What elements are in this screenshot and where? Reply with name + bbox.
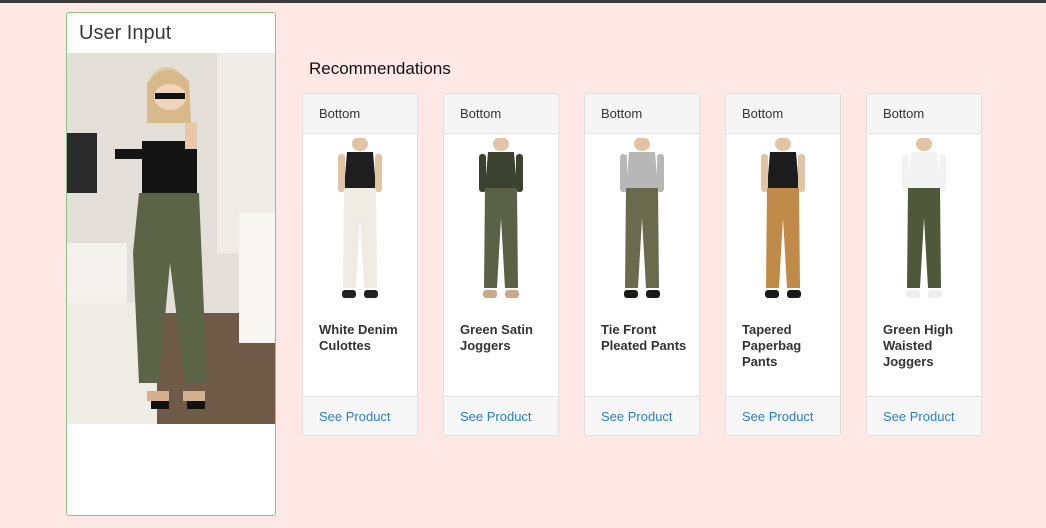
product-name: Tapered Paperbag Pants <box>742 322 802 369</box>
product-card: Bottom Green High Waisted Joggers See Pr… <box>866 93 982 436</box>
product-image[interactable] <box>744 137 822 308</box>
see-product-link[interactable]: See Product <box>319 409 391 424</box>
product-card: Bottom Tapered Paperbag Pants See Produc… <box>725 93 841 436</box>
top-border <box>0 0 1046 3</box>
card-category: Bottom <box>883 106 925 121</box>
card-category: Bottom <box>319 106 361 121</box>
see-product-link[interactable]: See Product <box>883 409 955 424</box>
product-card: Bottom Tie Front Pleated Pants See Produ… <box>584 93 700 436</box>
card-header: Bottom <box>444 94 558 134</box>
card-footer: See Product <box>585 396 699 435</box>
user-input-photo <box>67 53 275 424</box>
product-card: Bottom White Denim Culottes See Product <box>302 93 418 436</box>
user-input-panel: User Input <box>66 12 276 516</box>
product-image[interactable] <box>885 137 963 308</box>
card-category: Bottom <box>742 106 784 121</box>
card-category: Bottom <box>460 106 502 121</box>
see-product-link[interactable]: See Product <box>742 409 814 424</box>
product-card: Bottom Green Satin Joggers See Product <box>443 93 559 436</box>
card-footer: See Product <box>867 396 981 435</box>
card-header: Bottom <box>303 94 417 134</box>
product-image[interactable] <box>321 137 399 308</box>
card-footer: See Product <box>303 396 417 435</box>
product-name: White Denim Culottes <box>319 322 398 353</box>
card-category: Bottom <box>601 106 643 121</box>
card-header: Bottom <box>585 94 699 134</box>
card-footer: See Product <box>726 396 840 435</box>
card-header: Bottom <box>867 94 981 134</box>
product-image[interactable] <box>603 137 681 308</box>
card-footer: See Product <box>444 396 558 435</box>
user-input-title: User Input <box>79 22 172 44</box>
product-name: Green High Waisted Joggers <box>883 322 954 369</box>
product-name: Green Satin Joggers <box>460 322 533 353</box>
recommendations-title: Recommendations <box>309 59 451 78</box>
see-product-link[interactable]: See Product <box>601 409 673 424</box>
see-product-link[interactable]: See Product <box>460 409 532 424</box>
product-image[interactable] <box>462 137 540 308</box>
product-name: Tie Front Pleated Pants <box>601 322 687 353</box>
card-header: Bottom <box>726 94 840 134</box>
